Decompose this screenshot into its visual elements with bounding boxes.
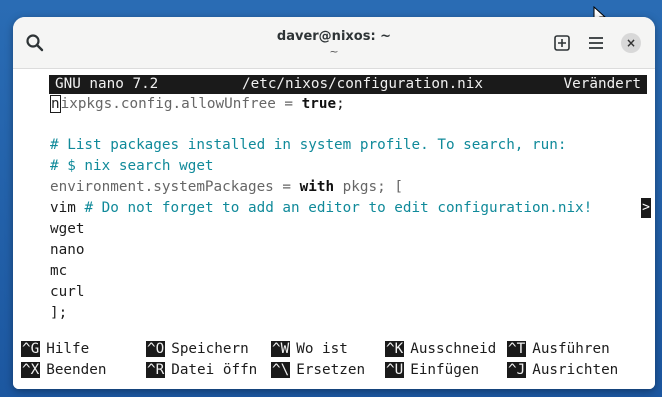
code-line-8: nano [50,242,85,258]
shortcut-key: ^J [507,362,527,378]
code-keyword-with: with [299,179,335,195]
code-keyword-true: true [301,96,337,112]
shortcut-key: ^\ [271,362,291,378]
terminal-content[interactable]: GNU nano 7.2 /etc/nixos/configuration.ni… [13,69,655,389]
shortcut-label: Ausschneid [410,341,497,357]
hamburger-menu-icon[interactable] [587,35,605,51]
title-bar: daver@nixos: ~ ~ × [13,17,655,69]
code-line-3: # List packages installed in system prof… [50,137,567,153]
shortcut-help[interactable]: ^G Hilfe [21,339,89,359]
close-icon[interactable]: × [621,33,641,53]
code-line-5: environment.systemPackages = with pkgs; … [50,177,403,198]
shortcut-label: Ersetzen [296,362,366,378]
shortcut-justify[interactable]: ^J Ausrichten [507,360,618,380]
shortcut-exit[interactable]: ^X Beenden [21,360,106,380]
code-text: ; [336,96,345,112]
nano-filename: /etc/nixos/configuration.nix [242,76,484,92]
code-text: ixpkgs.config.allowUnfree = [60,96,302,112]
shortcut-read-file[interactable]: ^R Datei öffn [146,360,257,380]
shortcut-execute[interactable]: ^T Ausführen [507,339,610,359]
code-line-7: wget [50,221,85,237]
terminal-window: daver@nixos: ~ ~ × GNU nano 7.2 /etc/nix… [13,17,655,389]
shortcut-paste[interactable]: ^U Einfügen [385,360,479,380]
code-text: environment.systemPackages = [50,179,300,195]
code-line-6: vim # Do not forget to add an editor to … [50,198,592,219]
code-comment: # Do not forget to add an editor to edit… [84,200,593,216]
shortcut-key: ^R [146,362,166,378]
shortcut-key: ^T [507,341,527,357]
shortcut-label: Ausführen [532,341,610,357]
shortcut-key: ^W [271,341,291,357]
shortcut-save[interactable]: ^O Speichern [146,339,249,359]
nano-header-bar: GNU nano 7.2 /etc/nixos/configuration.ni… [49,75,647,94]
new-tab-icon[interactable] [554,35,570,51]
code-text: vim [50,200,85,216]
shortcut-replace[interactable]: ^\ Ersetzen [271,360,365,380]
shortcut-key: ^G [21,341,41,357]
code-line-10: curl [50,284,85,300]
shortcut-label: Hilfe [46,341,90,357]
shortcut-where-is[interactable]: ^W Wo ist [271,339,348,359]
shortcut-label: Wo ist [296,341,348,357]
text-cursor: n [50,95,61,113]
shortcut-label: Datei öffn [171,362,258,378]
shortcut-key: ^K [385,341,405,357]
shortcut-label: Ausrichten [532,362,619,378]
shortcut-label: Speichern [171,341,249,357]
code-line-1: nixpkgs.config.allowUnfree = true; [50,94,345,115]
line-overflow-indicator: > [641,198,651,218]
shortcut-cut[interactable]: ^K Ausschneid [385,339,496,359]
nano-modified-status: Verändert [563,76,641,92]
code-line-9: mc [50,263,68,279]
code-text: pkgs; [ [334,179,403,195]
shortcut-label: Einfügen [410,362,480,378]
shortcut-key: ^X [21,362,41,378]
shortcut-label: Beenden [46,362,107,378]
shortcut-key: ^U [385,362,405,378]
nano-version: GNU nano 7.2 [55,76,159,92]
code-line-11: ]; [50,305,68,321]
code-line-4: # $ nix search wget [50,158,214,174]
shortcut-key: ^O [146,341,166,357]
